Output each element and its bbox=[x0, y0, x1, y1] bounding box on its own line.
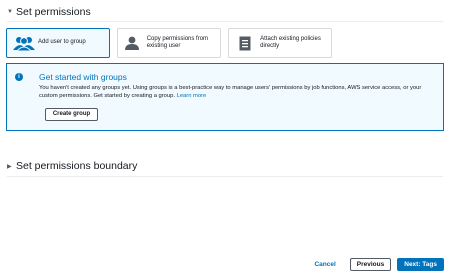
option-label: Attach existing policies directly bbox=[260, 35, 321, 50]
info-body: You haven't created any groups yet. Usin… bbox=[39, 84, 439, 100]
option-add-user-to-group[interactable]: Add user to group bbox=[6, 28, 110, 58]
learn-more-link[interactable]: Learn more bbox=[177, 93, 207, 99]
previous-button[interactable]: Previous bbox=[349, 258, 392, 271]
info-body-text: You haven't created any groups yet. Usin… bbox=[39, 85, 422, 99]
info-icon: i bbox=[15, 73, 23, 81]
user-icon bbox=[124, 34, 141, 52]
users-group-icon bbox=[13, 34, 35, 52]
divider bbox=[7, 21, 443, 22]
cancel-button[interactable]: Cancel bbox=[314, 261, 335, 268]
section-title: Set permissions boundary bbox=[16, 160, 138, 172]
option-copy-permissions[interactable]: Copy permissions from existing user bbox=[117, 28, 221, 58]
set-permissions-boundary-header[interactable]: ▶ Set permissions boundary bbox=[7, 160, 137, 172]
option-attach-policies[interactable]: Attach existing policies directly bbox=[228, 28, 332, 58]
set-permissions-header[interactable]: ▼ Set permissions bbox=[7, 6, 91, 18]
option-label: Add user to group bbox=[38, 39, 86, 46]
divider bbox=[7, 176, 443, 177]
wizard-footer: Cancel Previous Next: Tags bbox=[314, 258, 444, 271]
info-alert: i Get started with groups You haven't cr… bbox=[6, 63, 444, 131]
permission-options: Add user to group Copy permissions from … bbox=[6, 28, 332, 58]
create-group-button[interactable]: Create group bbox=[45, 108, 98, 121]
caret-down-icon: ▼ bbox=[7, 9, 13, 15]
next-tags-button[interactable]: Next: Tags bbox=[397, 258, 444, 271]
caret-right-icon: ▶ bbox=[7, 163, 12, 170]
info-title: Get started with groups bbox=[39, 72, 127, 82]
option-label: Copy permissions from existing user bbox=[146, 35, 209, 50]
section-title: Set permissions bbox=[16, 6, 91, 18]
document-icon bbox=[235, 34, 254, 52]
